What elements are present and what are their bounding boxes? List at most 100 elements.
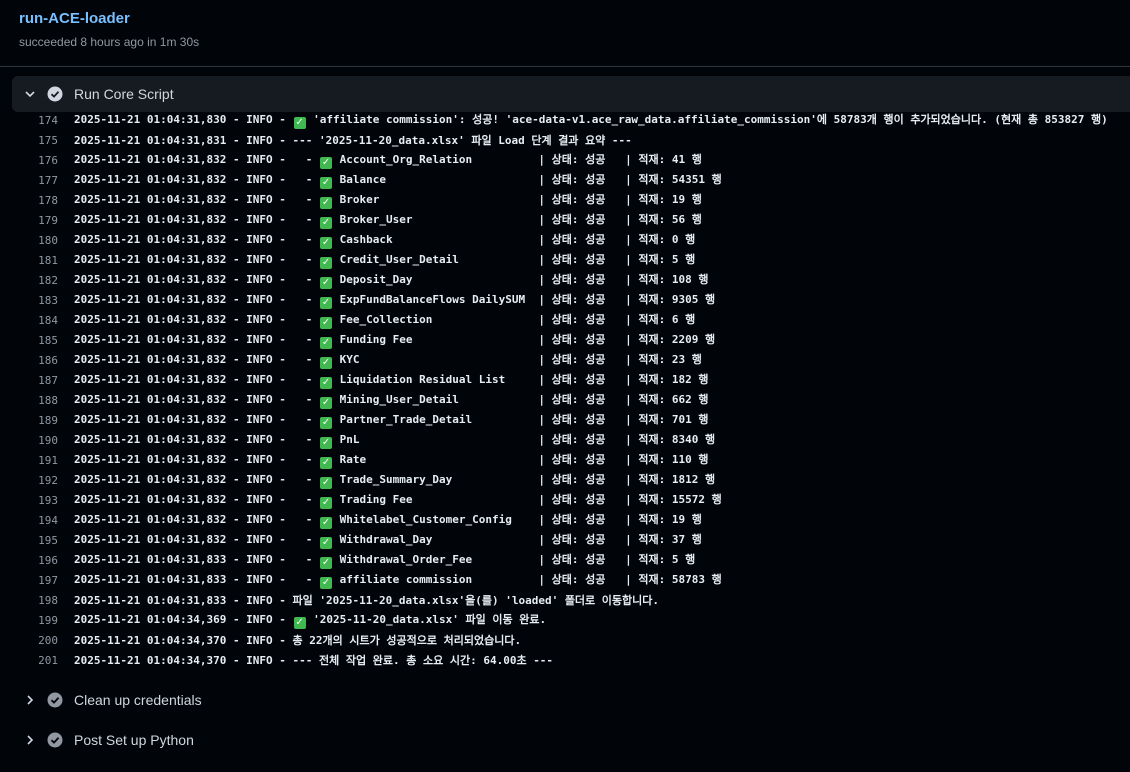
log-text-prefix: 2025-11-21 01:04:31,832 - INFO - -: [74, 293, 320, 306]
log-text-prefix: 2025-11-21 01:04:31,830 - INFO -: [74, 113, 293, 126]
line-number[interactable]: 180: [0, 234, 60, 247]
log-text-suffix: Credit_User_Detail | 상태: 성공 | 적재: 5 행: [333, 253, 696, 266]
log-text: 2025-11-21 01:04:31,832 - INFO - - ✓ Min…: [74, 391, 709, 409]
log-text-prefix: 2025-11-21 01:04:31,832 - INFO - -: [74, 273, 320, 286]
log-line: 194 2025-11-21 01:04:31,832 - INFO - - ✓ …: [0, 510, 1130, 530]
log-text-suffix: Liquidation Residual List | 상태: 성공 | 적재:…: [333, 373, 709, 386]
log-line: 186 2025-11-21 01:04:31,832 - INFO - - ✓ …: [0, 350, 1130, 370]
line-number[interactable]: 181: [0, 254, 60, 267]
log-text-prefix: 2025-11-21 01:04:31,832 - INFO - -: [74, 213, 320, 226]
line-number[interactable]: 185: [0, 334, 60, 347]
line-number[interactable]: 200: [0, 634, 60, 647]
line-number[interactable]: 178: [0, 194, 60, 207]
log-text: 2025-11-21 01:04:31,831 - INFO - --- '20…: [74, 132, 632, 148]
line-number[interactable]: 186: [0, 354, 60, 367]
log-text-suffix: Partner_Trade_Detail | 상태: 성공 | 적재: 701 …: [333, 413, 709, 426]
log-text-suffix: PnL | 상태: 성공 | 적재: 8340 행: [333, 433, 716, 446]
line-number[interactable]: 196: [0, 554, 60, 567]
log-text-prefix: 2025-11-21 01:04:31,832 - INFO - -: [74, 513, 320, 526]
log-text: 2025-11-21 01:04:31,833 - INFO - - ✓ aff…: [74, 571, 722, 589]
log-text-suffix: Withdrawal_Day | 상태: 성공 | 적재: 37 행: [333, 533, 702, 546]
job-title[interactable]: run-ACE-loader: [19, 10, 130, 27]
line-number[interactable]: 177: [0, 174, 60, 187]
log-line: 191 2025-11-21 01:04:31,832 - INFO - - ✓ …: [0, 450, 1130, 470]
log-text: 2025-11-21 01:04:31,832 - INFO - - ✓ Tra…: [74, 491, 722, 509]
check-mark-icon: ✓: [320, 397, 333, 409]
line-number[interactable]: 191: [0, 454, 60, 467]
check-mark-icon: ✓: [320, 197, 333, 209]
log-text: 2025-11-21 01:04:31,832 - INFO - - ✓ PnL…: [74, 431, 715, 449]
check-mark-icon: ✓: [320, 237, 333, 249]
check-mark-icon: ✓: [320, 177, 333, 189]
log-text: 2025-11-21 01:04:31,832 - INFO - - ✓ Exp…: [74, 291, 715, 309]
check-mark-icon: ✓: [320, 257, 333, 269]
log-line: 177 2025-11-21 01:04:31,832 - INFO - - ✓ …: [0, 170, 1130, 190]
log-text: 2025-11-21 01:04:31,832 - INFO - - ✓ Rat…: [74, 451, 709, 469]
log-text: 2025-11-21 01:04:31,832 - INFO - - ✓ Wit…: [74, 531, 702, 549]
chevron-right-icon: [20, 690, 40, 710]
log-text-prefix: 2025-11-21 01:04:31,833 - INFO - -: [74, 573, 320, 586]
log-text-suffix: Deposit_Day | 상태: 성공 | 적재: 108 행: [333, 273, 709, 286]
line-number[interactable]: 195: [0, 534, 60, 547]
log-text-prefix: 2025-11-21 01:04:31,833 - INFO - 파일 '202…: [74, 594, 660, 607]
check-mark-icon: ✓: [320, 437, 333, 449]
log-text-prefix: 2025-11-21 01:04:31,832 - INFO - -: [74, 373, 320, 386]
log-line: 176 2025-11-21 01:04:31,832 - INFO - - ✓ …: [0, 150, 1130, 170]
log-text-suffix: KYC | 상태: 성공 | 적재: 23 행: [333, 353, 702, 366]
log-text: 2025-11-21 01:04:31,832 - INFO - - ✓ Liq…: [74, 371, 709, 389]
line-number[interactable]: 184: [0, 314, 60, 327]
line-number[interactable]: 189: [0, 414, 60, 427]
log-line: 183 2025-11-21 01:04:31,832 - INFO - - ✓ …: [0, 290, 1130, 310]
log-line: 174 2025-11-21 01:04:31,830 - INFO - ✓ 'a…: [0, 110, 1130, 130]
line-number[interactable]: 187: [0, 374, 60, 387]
line-number[interactable]: 193: [0, 494, 60, 507]
check-mark-icon: ✓: [320, 457, 333, 469]
step-clean-up-credentials[interactable]: Clean up credentials: [12, 682, 1130, 718]
check-mark-icon: ✓: [320, 377, 333, 389]
log-text-prefix: 2025-11-21 01:04:31,832 - INFO - -: [74, 173, 320, 186]
line-number[interactable]: 188: [0, 394, 60, 407]
line-number[interactable]: 192: [0, 474, 60, 487]
log-text-prefix: 2025-11-21 01:04:31,832 - INFO - -: [74, 153, 320, 166]
line-number[interactable]: 190: [0, 434, 60, 447]
log-text-suffix: Balance | 상태: 성공 | 적재: 54351 행: [333, 173, 722, 186]
line-number[interactable]: 179: [0, 214, 60, 227]
log-text-suffix: Withdrawal_Order_Fee | 상태: 성공 | 적재: 5 행: [333, 553, 696, 566]
line-number[interactable]: 174: [0, 114, 60, 127]
step-run-core-script[interactable]: Run Core Script: [12, 76, 1130, 112]
job-header: run-ACE-loader succeeded 8 hours ago in …: [0, 0, 1130, 67]
line-number[interactable]: 175: [0, 134, 60, 147]
log-text-suffix: Cashback | 상태: 성공 | 적재: 0 행: [333, 233, 696, 246]
log-text-suffix: Broker | 상태: 성공 | 적재: 19 행: [333, 193, 702, 206]
chevron-right-icon: [20, 730, 40, 750]
check-mark-icon: ✓: [320, 157, 333, 169]
log-text: 2025-11-21 01:04:34,370 - INFO - --- 전체 …: [74, 652, 553, 668]
log-text-prefix: 2025-11-21 01:04:31,832 - INFO - -: [74, 493, 320, 506]
log-line: 188 2025-11-21 01:04:31,832 - INFO - - ✓ …: [0, 390, 1130, 410]
log-text: 2025-11-21 01:04:34,370 - INFO - 총 22개의 …: [74, 632, 521, 648]
check-mark-icon: ✓: [320, 557, 333, 569]
line-number[interactable]: 176: [0, 154, 60, 167]
line-number[interactable]: 183: [0, 294, 60, 307]
log-text-prefix: 2025-11-21 01:04:31,832 - INFO - -: [74, 193, 320, 206]
step-post-set-up-python[interactable]: Post Set up Python: [12, 722, 1130, 758]
log-line: 179 2025-11-21 01:04:31,832 - INFO - - ✓ …: [0, 210, 1130, 230]
line-number[interactable]: 199: [0, 614, 60, 627]
log-text-prefix: 2025-11-21 01:04:31,832 - INFO - -: [74, 393, 320, 406]
log-line: 197 2025-11-21 01:04:31,833 - INFO - - ✓ …: [0, 570, 1130, 590]
line-number[interactable]: 198: [0, 594, 60, 607]
check-mark-icon: ✓: [320, 577, 333, 589]
log-text: 2025-11-21 01:04:31,832 - INFO - - ✓ KYC…: [74, 351, 702, 369]
log-text-prefix: 2025-11-21 01:04:31,832 - INFO - -: [74, 253, 320, 266]
line-number[interactable]: 197: [0, 574, 60, 587]
check-mark-icon: ✓: [320, 417, 333, 429]
line-number[interactable]: 194: [0, 514, 60, 527]
line-number[interactable]: 182: [0, 274, 60, 287]
log-text: 2025-11-21 01:04:31,832 - INFO - - ✓ Whi…: [74, 511, 702, 529]
log-text-prefix: 2025-11-21 01:04:31,832 - INFO - -: [74, 413, 320, 426]
step-label: Post Set up Python: [74, 732, 194, 748]
line-number[interactable]: 201: [0, 654, 60, 667]
log-text: 2025-11-21 01:04:31,832 - INFO - - ✓ Cre…: [74, 251, 695, 269]
log-text-suffix: Fee_Collection | 상태: 성공 | 적재: 6 행: [333, 313, 696, 326]
step-label: Clean up credentials: [74, 692, 202, 708]
